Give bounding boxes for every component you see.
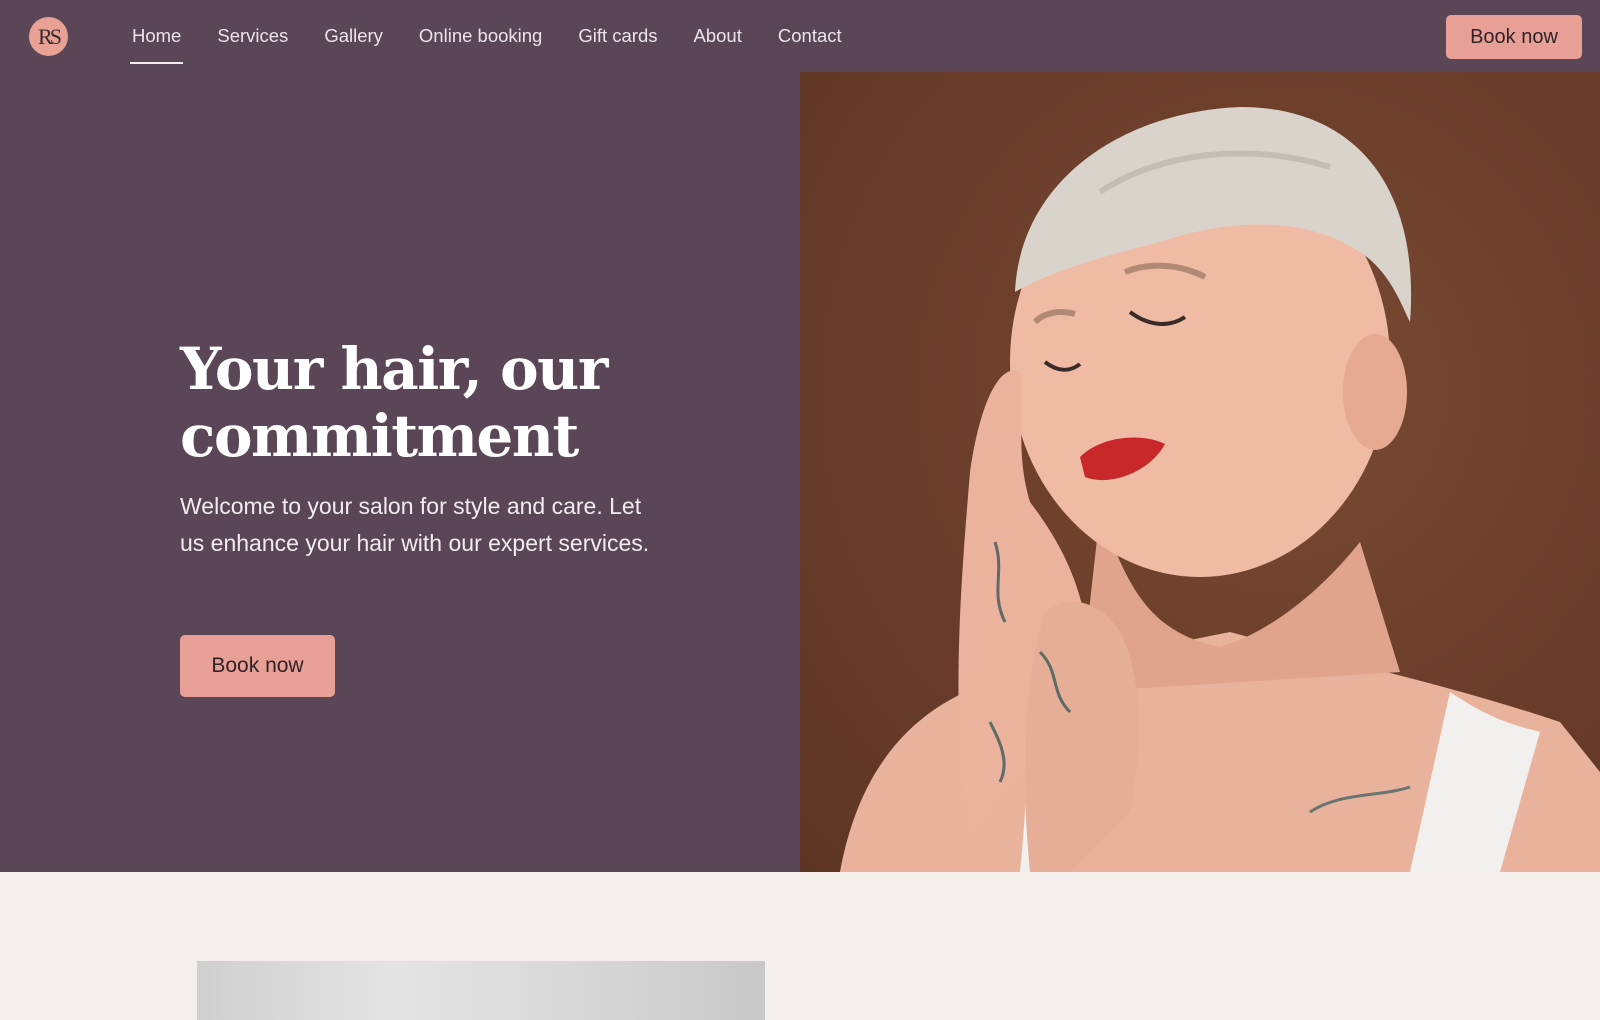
nav-services[interactable]: Services (217, 0, 288, 72)
nav-contact[interactable]: Contact (778, 0, 842, 72)
hero-subtitle: Welcome to your salon for style and care… (180, 493, 650, 556)
nav-home[interactable]: Home (129, 0, 184, 72)
hero-title: Your hair, our commitment (180, 335, 608, 470)
hero-text-panel: Your hair, our commitment Welcome to you… (0, 72, 800, 872)
nav-gift-cards[interactable]: Gift cards (578, 0, 657, 72)
hero-book-now-button[interactable]: Book now (180, 635, 335, 697)
header-book-now-button[interactable]: Book now (1446, 15, 1582, 59)
nav-online-booking[interactable]: Online booking (419, 0, 542, 72)
page: RS Home Services Gallery Online booking … (0, 0, 1600, 1020)
lower-section (0, 872, 1600, 1020)
section-preview-image (197, 961, 765, 1020)
site-header: RS Home Services Gallery Online booking … (0, 0, 1600, 72)
nav-about[interactable]: About (694, 0, 742, 72)
hero-portrait-image (800, 72, 1600, 872)
main-nav: Home Services Gallery Online booking Gif… (129, 0, 878, 72)
nav-gallery[interactable]: Gallery (324, 0, 383, 72)
portrait-illustration (840, 107, 1600, 872)
salon-logo[interactable]: RS (29, 17, 68, 56)
